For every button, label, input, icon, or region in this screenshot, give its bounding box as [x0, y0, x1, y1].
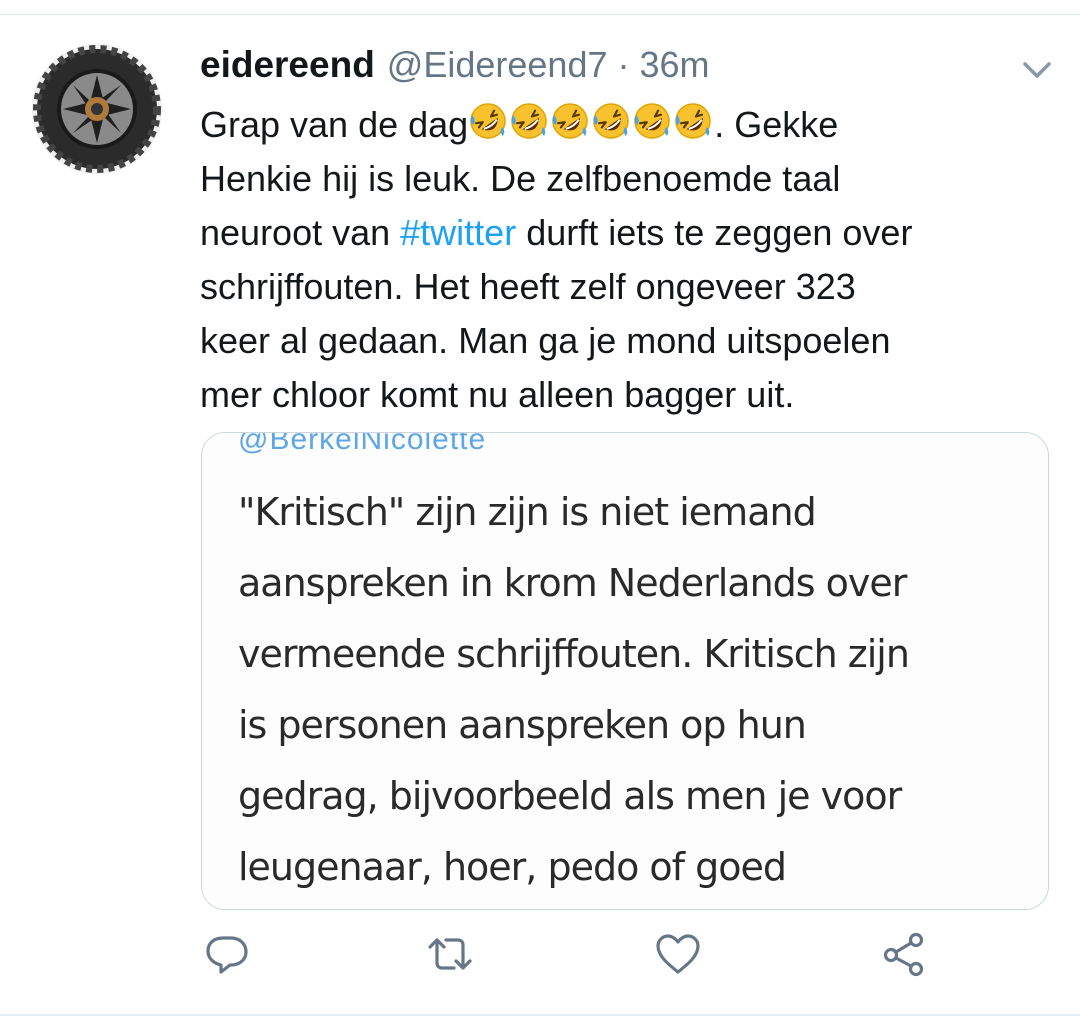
rolling-laughing-emoji-icon: [675, 103, 711, 139]
tweet-text-segment: neuroot van: [200, 212, 401, 253]
tweet-header: eidereend @Eidereend7 · 36m: [200, 44, 710, 90]
reply-icon[interactable]: [203, 930, 251, 978]
tweet-text-line: schrijffouten. Het heeft zelf ongeveer 3…: [200, 266, 856, 307]
emoji-group: [468, 103, 714, 145]
retweet-icon[interactable]: [426, 930, 474, 978]
rolling-laughing-emoji-icon: [593, 103, 629, 139]
quoted-handle: @BerkelNicolette: [238, 432, 487, 456]
quoted-text: "Kritisch" zijn zijn is niet iemand aans…: [238, 477, 1038, 903]
rolling-laughing-emoji-icon: [552, 103, 588, 139]
tweet-text-line: keer al gedaan. Man ga je mond uitspoele…: [200, 320, 891, 361]
quoted-text-line: vermeende schrijffouten. Kritisch zijn: [238, 632, 910, 676]
tweet-text-line: Grap van de dag . Gekke: [200, 98, 1060, 152]
hashtag-link[interactable]: #twitter: [400, 212, 516, 253]
wheel-avatar-image: [32, 44, 162, 174]
quoted-text-line: is personen aanspreken op hun: [238, 703, 807, 747]
tweet-timestamp[interactable]: 36m: [640, 44, 710, 86]
author-name[interactable]: eidereend: [200, 44, 375, 86]
tweet-text-segment: durft iets te zeggen over: [516, 212, 913, 253]
tweet-text: Grap van de dag . Gekke Henkie hij is leu…: [200, 98, 1060, 422]
quoted-text-line: leugenaar, hoer, pedo of goed: [238, 845, 787, 889]
tweet-text-line: mer chloor komt nu alleen bagger uit.: [200, 374, 795, 415]
rolling-laughing-emoji-icon: [511, 103, 547, 139]
like-icon[interactable]: [654, 930, 702, 978]
tweet-actions: [0, 930, 1080, 990]
quoted-text-line: aanspreken in krom Nederlands over: [238, 561, 907, 605]
tweet-text-segment: Grap van de dag: [200, 104, 469, 145]
rolling-laughing-emoji-icon: [470, 103, 506, 139]
bottom-divider: [0, 1014, 1080, 1016]
separator-dot: ·: [617, 44, 630, 85]
tweet-text-line: neuroot van #twitter durft iets te zegge…: [200, 206, 1060, 260]
tweet-text-line: Henkie hij is leuk. De zelfbenoemde taal: [200, 158, 841, 199]
author-handle[interactable]: @Eidereend7: [387, 44, 608, 86]
rolling-laughing-emoji-icon: [634, 103, 670, 139]
quoted-screenshot-image: @BerkelNicolette "Kritisch" zijn zijn is…: [202, 433, 1048, 909]
top-divider: [0, 0, 1080, 15]
quoted-text-line: "Kritisch" zijn zijn is niet iemand: [238, 490, 817, 534]
chevron-down-icon[interactable]: [1020, 58, 1054, 82]
quoted-image-card[interactable]: @BerkelNicolette "Kritisch" zijn zijn is…: [201, 432, 1049, 910]
tweet-text-segment: . Gekke: [714, 104, 839, 145]
avatar[interactable]: [32, 44, 162, 174]
share-icon[interactable]: [880, 930, 928, 978]
quoted-text-line: gedrag, bijvoorbeeld als men je voor: [238, 774, 902, 818]
